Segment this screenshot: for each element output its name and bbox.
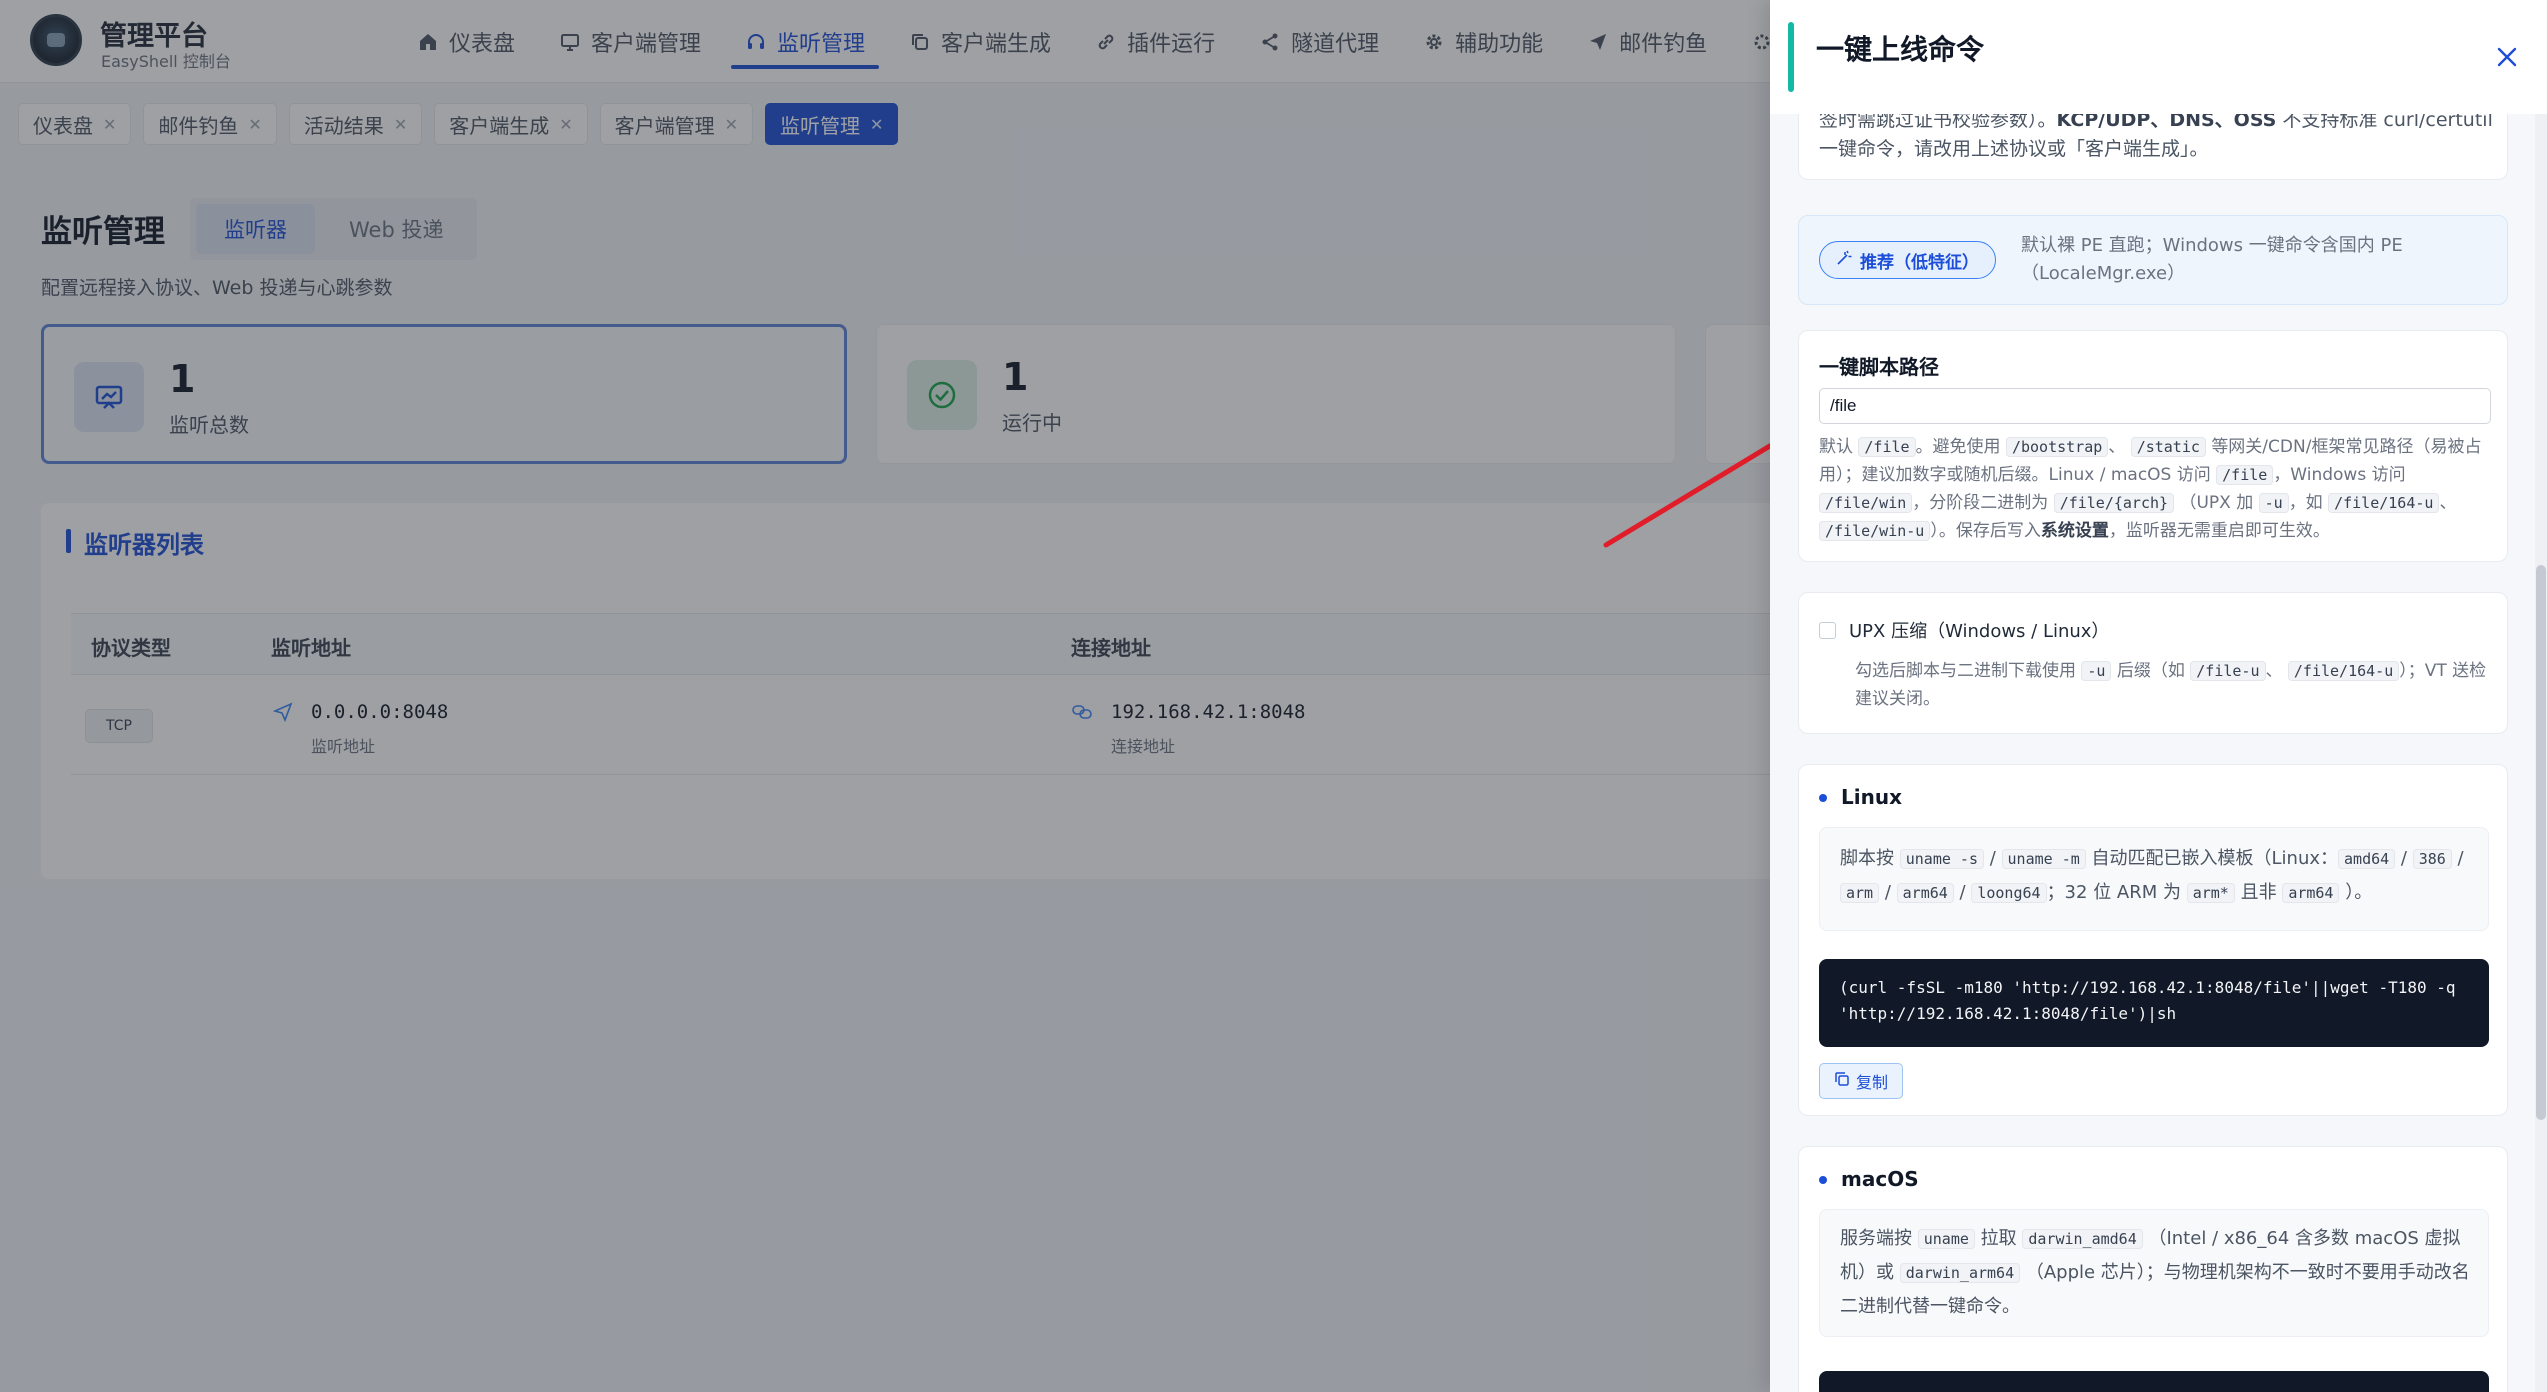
desc-text: 服务端按 [1840,1228,1912,1249]
help-text: ，监听器无需重启即可生效。 [2108,521,2330,541]
help-text: 、 [2265,661,2283,681]
desc-text: / [1884,882,1891,903]
help-text: 勾选后脚本与二进制下载使用 [1855,661,2076,681]
help-text: 后缀（如 [2116,661,2185,681]
macos-description: 服务端按 uname 拉取 darwin_amd64 （Intel / x86_… [1840,1222,2480,1324]
help-code: /file/{arch} [2053,493,2175,513]
help-text: 默认 [1819,437,1853,457]
desc-text: / [1989,848,1996,869]
linux-section-card: Linux 脚本按 uname -s / uname -m 自动匹配已嵌入模板（… [1798,764,2508,1116]
copy-label: 复制 [1856,1073,1889,1092]
linux-command-block[interactable]: (curl -fsSL -m180 'http://192.168.42.1:8… [1819,959,2489,1047]
desc-code: darwin_arm64 [1899,1263,2021,1283]
help-text: 。避免使用 [1915,437,2001,457]
help-text: 、 [2439,493,2457,513]
desc-text: / [2400,848,2407,869]
modal-overlay[interactable] [0,0,1770,1392]
help-text: ，Windows 访问 [2273,465,2406,485]
macos-heading: macOS [1819,1167,1919,1191]
recommend-label: 推荐（低特征） [1860,252,1979,273]
recommend-card: 推荐（低特征） 默认裸 PE 直跑；Windows 一键命令含国内 PE （Lo… [1798,215,2508,305]
upx-help: 勾选后脚本与二进制下载使用 -u 后缀（如 /file-u、 /file/164… [1855,657,2495,713]
desc-code: arm64 [1896,883,1954,903]
script-path-input[interactable] [1819,388,2491,424]
macos-description-box: 服务端按 uname 拉取 darwin_amd64 （Intel / x86_… [1819,1209,2489,1337]
desc-code: uname -m [2001,849,2086,869]
close-icon[interactable] [2492,42,2522,72]
recommend-desc-1: 默认裸 PE 直跑；Windows 一键命令含国内 PE [2021,235,2403,256]
desc-code: arm [1840,883,1880,903]
recommend-desc-2: （LocaleMgr.exe） [2021,263,2186,284]
help-code: /file/164-u [2328,493,2440,513]
help-code: /file/win-u [1819,521,1931,541]
help-code: /file [1858,437,1916,457]
help-code: /bootstrap [2005,437,2109,457]
desc-code: arm64 [2282,883,2340,903]
desc-text: 自动匹配已嵌入模板（Linux： [2091,848,2339,869]
desc-text: 脚本按 [1840,848,1894,869]
desc-code: 386 [2412,849,2452,869]
linux-description: 脚本按 uname -s / uname -m 自动匹配已嵌入模板（Linux：… [1840,842,2480,910]
drawer-title: 一键上线命令 [1816,33,1985,66]
desc-code: uname [1917,1229,1975,1249]
one-click-command-drawer: 一键上线命令 签时需跳过证书校验参数）。KCP/UDP、DNS、OSS 不支持标… [1770,0,2547,1392]
help-code: /file [2216,465,2274,485]
linux-heading: Linux [1819,785,1902,809]
upx-checkbox[interactable] [1819,622,1836,639]
help-code: /static [2130,437,2206,457]
help-text: （UPX 加 [2179,493,2254,513]
help-code: /file/win [1819,493,1913,513]
drawer-header: 一键上线命令 [1770,0,2547,114]
desc-code: darwin_amd64 [2022,1229,2143,1249]
desc-text: / [2457,848,2464,869]
help-text: ，如 [2288,493,2323,513]
desc-text: ；32 位 ARM 为 [2046,882,2181,903]
help-code: -u [2258,493,2289,513]
copy-icon [1834,1071,1850,1091]
script-path-heading: 一键脚本路径 [1819,355,1939,379]
protocol-notice-line2: 一键命令，请改用上述协议或「客户端生成」。 [1819,138,2209,160]
help-text: ，分阶段二进制为 [1912,493,2049,513]
help-text: ）。保存后写入 [1930,521,2041,541]
desc-code: uname -s [1899,849,1984,869]
copy-button[interactable]: 复制 [1819,1063,1904,1099]
drawer-accent-bar [1788,22,1794,92]
help-code: /file/164-u [2287,661,2400,681]
desc-code: loong64 [1971,883,2047,903]
help-text: 、 [2108,437,2126,457]
recommend-button[interactable]: 推荐（低特征） [1819,241,1996,279]
desc-code: arm* [2186,883,2235,903]
upx-label: UPX 压缩（Windows / Linux） [1849,621,2110,642]
magic-wand-icon [1836,250,1852,271]
desc-code: amd64 [2338,849,2396,869]
desc-text: 拉取 [1980,1228,2017,1249]
help-code: -u [2081,661,2112,681]
script-path-card: 一键脚本路径 默认 /file。避免使用 /bootstrap、 /static… [1798,330,2508,562]
script-path-help: 默认 /file 。避免使用 /bootstrap、 /static 等网关/CD… [1819,433,2499,545]
help-code: /file-u [2190,661,2266,681]
desc-text: ）。 [2345,882,2373,903]
macos-command-block[interactable] [1819,1371,2489,1392]
linux-description-box: 脚本按 uname -s / uname -m 自动匹配已嵌入模板（Linux：… [1819,827,2489,931]
desc-text: / [1959,882,1966,903]
desc-text: 且非 [2240,882,2277,903]
upx-card: UPX 压缩（Windows / Linux） 勾选后脚本与二进制下载使用 -u… [1798,592,2508,734]
drawer-scrollbar-thumb[interactable] [2536,565,2546,1120]
help-bold: 系统设置 [2040,521,2109,541]
macos-section-card: macOS 服务端按 uname 拉取 darwin_amd64 （Intel … [1798,1146,2508,1392]
